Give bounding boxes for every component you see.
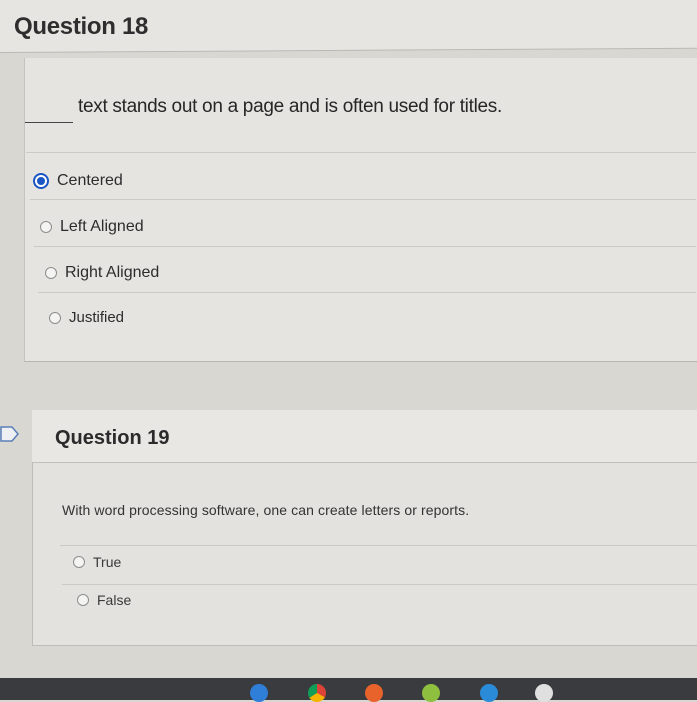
option-label: Centered xyxy=(57,172,123,189)
chrome-icon[interactable] xyxy=(308,684,326,702)
divider xyxy=(62,584,697,585)
quiz-page: Question 18 text stands out on a page an… xyxy=(0,0,697,702)
radio-selected-icon[interactable] xyxy=(33,173,49,189)
question-title: Question 18 xyxy=(14,13,149,40)
answer-option-right-aligned[interactable]: Right Aligned xyxy=(45,264,159,282)
question-prompt: text stands out on a page and is often u… xyxy=(78,96,502,117)
radio-icon[interactable] xyxy=(73,556,85,568)
answer-option-justified[interactable]: Justified xyxy=(49,309,124,326)
answer-option-true[interactable]: True xyxy=(73,554,121,570)
option-label: Left Aligned xyxy=(60,218,144,235)
answer-option-false[interactable]: False xyxy=(77,592,131,608)
radio-icon[interactable] xyxy=(77,594,89,606)
option-label: False xyxy=(97,592,132,608)
app-icon[interactable] xyxy=(365,684,383,702)
radio-icon[interactable] xyxy=(49,311,61,324)
answer-option-left-aligned[interactable]: Left Aligned xyxy=(40,218,144,236)
option-label: Right Aligned xyxy=(65,264,160,281)
app-icon[interactable] xyxy=(480,684,498,702)
answer-option-centered[interactable]: Centered xyxy=(33,172,123,190)
divider xyxy=(34,246,696,247)
radio-icon[interactable] xyxy=(45,267,57,279)
taskbar xyxy=(0,678,697,700)
divider xyxy=(38,292,696,293)
flag-question-icon[interactable] xyxy=(0,425,20,443)
app-icon[interactable] xyxy=(250,684,268,702)
divider xyxy=(30,199,696,200)
option-label: Justified xyxy=(69,309,125,326)
app-icon[interactable] xyxy=(535,684,553,702)
question-title: Question 19 xyxy=(55,427,170,449)
app-icon[interactable] xyxy=(422,684,440,702)
divider xyxy=(60,545,697,546)
option-label: True xyxy=(93,554,122,570)
divider xyxy=(26,152,696,153)
radio-icon[interactable] xyxy=(40,221,52,233)
fill-in-blank xyxy=(25,122,73,123)
question-prompt: With word processing software, one can c… xyxy=(62,502,470,518)
